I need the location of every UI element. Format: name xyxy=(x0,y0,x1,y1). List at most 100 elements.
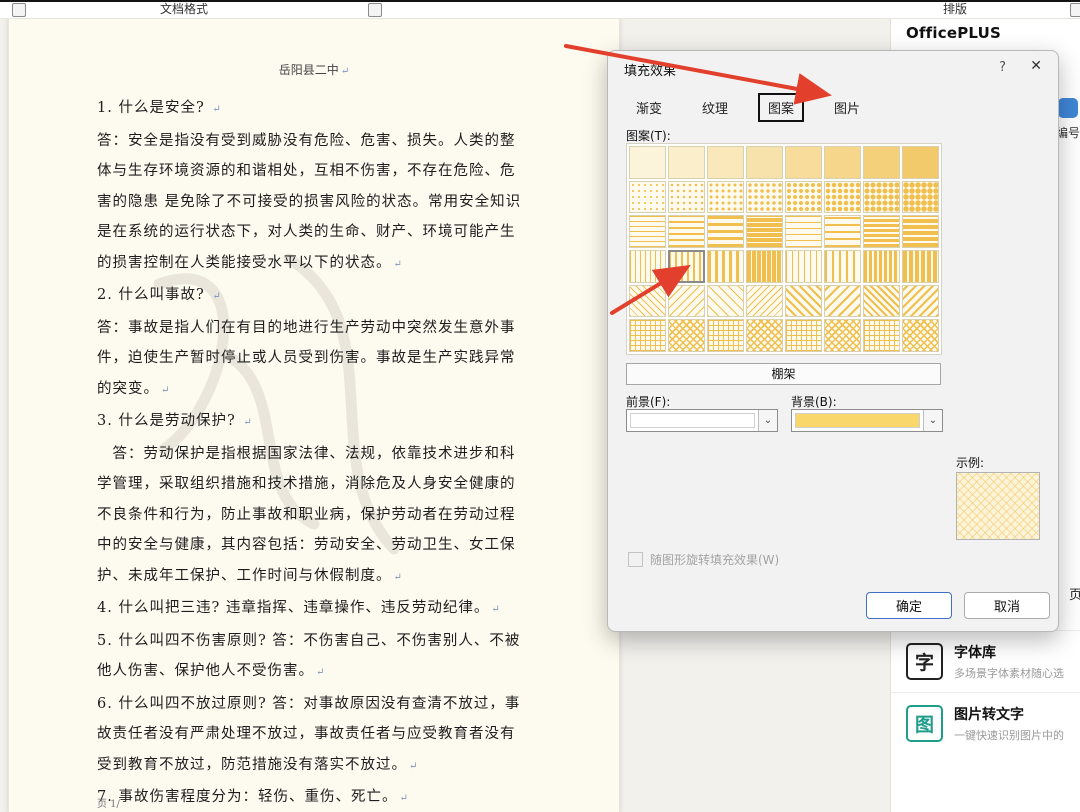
pattern-swatch[interactable] xyxy=(707,284,744,318)
pattern-swatch[interactable] xyxy=(668,215,705,248)
top-toolbar: 文档格式 排版 xyxy=(0,0,1080,19)
cancel-button[interactable]: 取消 xyxy=(964,592,1050,619)
tab-图案[interactable]: 图案 xyxy=(758,93,805,122)
tab-渐变[interactable]: 渐变 xyxy=(626,93,672,122)
paragraph-mark-icon: ↵ xyxy=(491,604,500,615)
paragraph-mark-icon: ↵ xyxy=(393,258,402,270)
example-preview xyxy=(956,472,1040,540)
sidebar-item-字体库[interactable]: 字字体库 多场景字体素材随心选 xyxy=(891,630,1080,692)
doc-paragraph[interactable]: 3. 什么是劳动保护? ↵ xyxy=(97,406,527,439)
foreground-select[interactable]: ⌄ xyxy=(626,409,778,432)
paragraph-mark-icon: ↵ xyxy=(316,667,325,678)
pattern-swatch[interactable] xyxy=(746,284,783,318)
pattern-swatch[interactable] xyxy=(668,250,705,283)
pattern-swatch[interactable] xyxy=(707,180,744,214)
menu-icon[interactable] xyxy=(12,3,26,17)
pattern-swatch[interactable] xyxy=(785,215,822,248)
ok-button[interactable]: 确定 xyxy=(866,592,952,619)
pattern-swatch[interactable] xyxy=(707,146,744,179)
doc-paragraph[interactable]: 1. 什么是安全? ↵ xyxy=(97,93,527,126)
sidebar-item-text: 图片转文字 一键快速识别图片中的 xyxy=(954,704,1064,743)
pattern-swatch[interactable] xyxy=(902,284,939,318)
background-select[interactable]: ⌄ xyxy=(791,409,943,432)
chevron-down-icon[interactable]: ⌄ xyxy=(923,410,942,431)
close-icon[interactable]: ✕ xyxy=(1030,58,1042,74)
help-button[interactable]: ? xyxy=(999,60,1006,75)
pattern-swatch[interactable] xyxy=(785,180,822,214)
pattern-swatch[interactable] xyxy=(668,284,705,318)
chevron-down-icon[interactable]: ⌄ xyxy=(758,410,777,431)
pattern-swatch[interactable] xyxy=(707,319,744,352)
doc-paragraph[interactable]: 答：事故是指人们在有目的地进行生产劳动中突然发生意外事件，迫使生产暂时停止或人员… xyxy=(97,313,527,407)
pattern-swatch[interactable] xyxy=(629,180,666,214)
sidebar-partial-label: 页 xyxy=(1069,584,1080,603)
pattern-swatch[interactable] xyxy=(785,146,822,179)
pattern-swatch[interactable] xyxy=(824,146,861,179)
image-to-text-icon: 图 xyxy=(906,705,943,742)
sidebar-item-title: 字体库 xyxy=(954,645,996,661)
doc-paragraph[interactable]: 答：安全是指没有受到威胁没有危险、危害、损失。人类的整体与生存环境资源的和谐相处… xyxy=(97,126,527,281)
pattern-swatch[interactable] xyxy=(668,319,705,352)
doc-paragraph[interactable]: 6. 什么叫四不放过原则? 答：对事故原因没有查清不放过，事故责任者没有严肃处理… xyxy=(97,689,527,783)
pattern-swatch[interactable] xyxy=(746,319,783,352)
pattern-swatch[interactable] xyxy=(668,180,705,214)
pattern-swatch[interactable] xyxy=(902,146,939,179)
rotate-fill-label: 随图形旋转填充效果(W) xyxy=(650,553,780,567)
sidebar-item-subtitle: 多场景字体素材随心选 xyxy=(954,667,1064,680)
pattern-swatch[interactable] xyxy=(707,250,744,283)
pattern-swatch[interactable] xyxy=(824,215,861,248)
pattern-swatch[interactable] xyxy=(629,215,666,248)
pattern-swatch[interactable] xyxy=(863,146,900,179)
pattern-grid-label: 图案(T): xyxy=(626,129,671,143)
background-color-swatch xyxy=(795,413,920,428)
pattern-swatch[interactable] xyxy=(863,250,900,283)
doc-paragraph[interactable]: 2. 什么叫事故? ↵ xyxy=(97,280,527,313)
pattern-swatch[interactable] xyxy=(824,284,861,318)
pattern-swatch[interactable] xyxy=(863,319,900,352)
fill-effects-dialog: 填充效果 ? ✕ 渐变 纹理 图案 图片 图案(T): 棚架 前景(F): ⌄ 背景(… xyxy=(607,50,1059,632)
pattern-swatch[interactable] xyxy=(863,180,900,214)
pattern-swatch[interactable] xyxy=(902,180,939,214)
pattern-swatch[interactable] xyxy=(824,319,861,352)
pattern-swatch[interactable] xyxy=(629,146,666,179)
pattern-swatch[interactable] xyxy=(746,180,783,214)
paragraph-mark-icon: ↵ xyxy=(399,793,408,804)
paragraph-mark-icon: ↵ xyxy=(243,417,252,428)
pattern-swatch[interactable] xyxy=(824,180,861,214)
pattern-swatch[interactable] xyxy=(785,284,822,318)
example-label: 示例: xyxy=(956,456,985,470)
sidebar-item-图片转文字[interactable]: 图图片转文字 一键快速识别图片中的 xyxy=(891,692,1080,754)
toolbar-small-icon[interactable] xyxy=(368,3,382,17)
doc-paragraph[interactable]: 5. 什么叫四不伤害原则? 答：不伤害自己、不伤害别人、不被他人伤害、保护他人不… xyxy=(97,626,527,689)
doc-paragraph[interactable]: 答：劳动保护是指根据国家法律、法规，依靠技术进步和科学管理，采取组织措施和技术措… xyxy=(97,439,527,594)
pattern-swatch[interactable] xyxy=(785,250,822,283)
topbar-right-label: 排版 xyxy=(943,2,968,16)
document-page[interactable]: 岳阳县二中 ↵ 1. 什么是安全? ↵ 答：安全是指没有受到威胁没有危险、危害、损失… xyxy=(8,18,620,812)
pattern-swatch[interactable] xyxy=(863,284,900,318)
paragraph-mark-icon: ↵ xyxy=(212,291,221,302)
pattern-grid xyxy=(626,143,942,355)
pattern-swatch[interactable] xyxy=(629,284,666,318)
toolbar-edge-icon[interactable] xyxy=(1070,3,1080,17)
pattern-swatch[interactable] xyxy=(863,215,900,248)
tab-纹理[interactable]: 纹理 xyxy=(692,93,738,122)
pattern-swatch[interactable] xyxy=(785,319,822,352)
pattern-swatch[interactable] xyxy=(707,215,744,248)
sidebar-item-text: 字体库多场景字体素材随心选 xyxy=(954,642,1064,681)
pattern-swatch[interactable] xyxy=(629,250,666,283)
pattern-swatch[interactable] xyxy=(902,215,939,248)
paragraph-mark-icon: ↵ xyxy=(409,760,418,772)
sidebar-item-list: 字字体库 多场景字体素材随心选图图片转文字 一键快速识别图片中的 xyxy=(891,630,1080,754)
tab-图片[interactable]: 图片 xyxy=(824,93,870,122)
pattern-swatch[interactable] xyxy=(902,250,939,283)
pattern-swatch[interactable] xyxy=(746,215,783,248)
doc-paragraph[interactable]: 4. 什么叫把三违? 违章指挥、违章操作、违反劳动纪律。 ↵ xyxy=(97,593,527,626)
pattern-swatch[interactable] xyxy=(668,146,705,179)
pattern-swatch[interactable] xyxy=(902,319,939,352)
pattern-swatch[interactable] xyxy=(746,146,783,179)
pattern-swatch[interactable] xyxy=(824,250,861,283)
doc-paragraph[interactable]: 7. 事故伤害程度分为：轻伤、重伤、死亡。 ↵ xyxy=(97,782,527,812)
pattern-swatch[interactable] xyxy=(629,319,666,352)
pattern-swatch[interactable] xyxy=(746,250,783,283)
numbering-icon[interactable] xyxy=(1058,98,1078,118)
